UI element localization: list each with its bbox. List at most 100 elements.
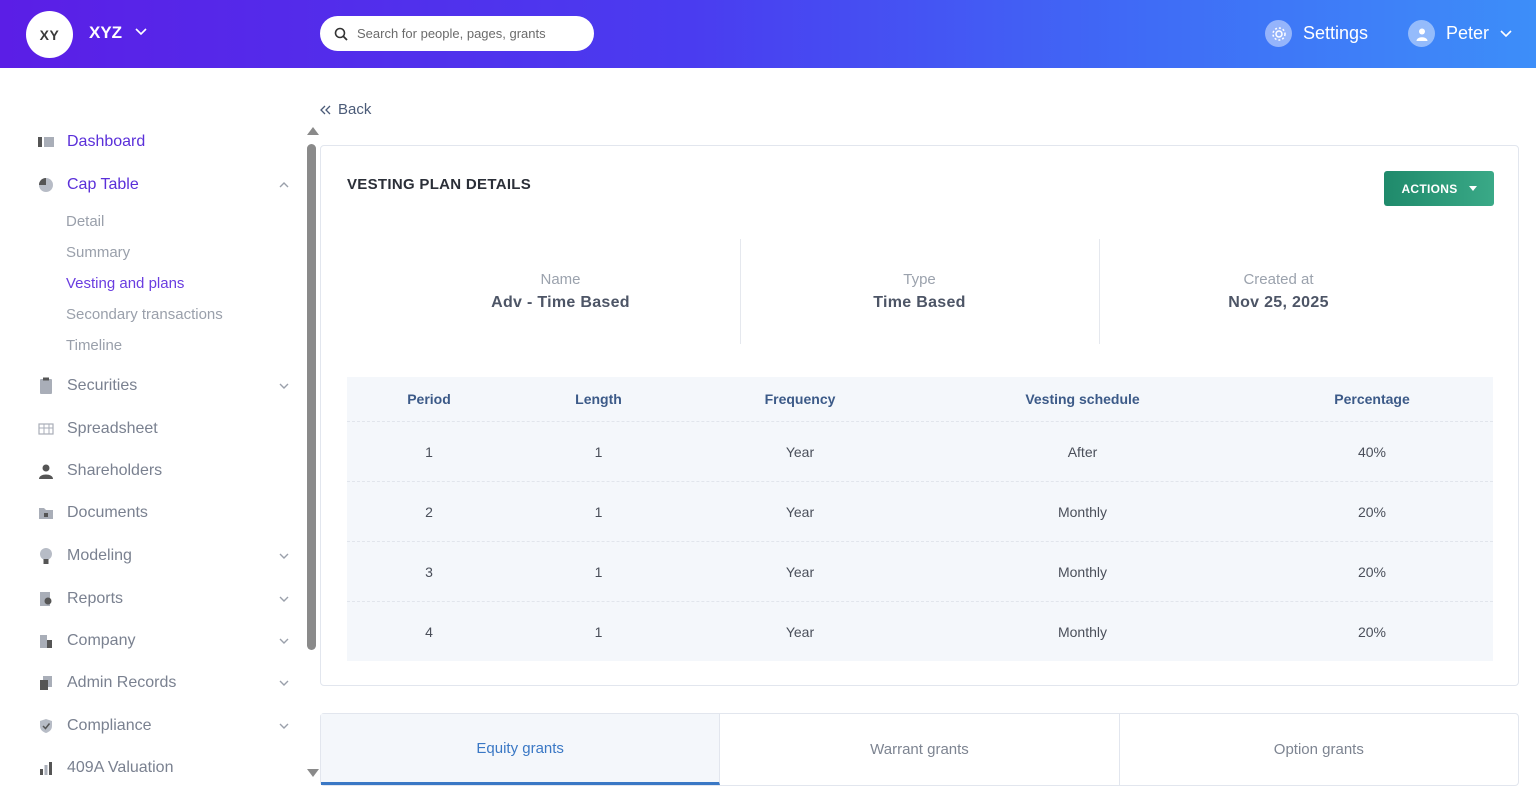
chevron-down-icon[interactable] <box>278 550 290 562</box>
table-cell: 1 <box>594 623 603 640</box>
table-cell: Year <box>785 623 815 640</box>
sidebar-item-label: Cap Table <box>67 176 139 193</box>
vesting-plan-card: VESTING PLAN DETAILS ACTIONS Name Adv - … <box>320 145 1519 686</box>
sidebar-subitem-vesting-and-plans[interactable]: Vesting and plans <box>66 275 184 292</box>
table-cell: 20% <box>1357 563 1387 580</box>
back-link[interactable]: Back <box>320 101 371 118</box>
chevron-down-icon[interactable] <box>278 677 290 689</box>
table-cell: Year <box>785 443 815 460</box>
sidebar-item-documents[interactable]: Documents <box>36 503 296 523</box>
sidebar-item-company[interactable]: Company <box>36 631 296 651</box>
sidebar-item-label: Modeling <box>67 547 132 564</box>
sidebar-subitem-summary[interactable]: Summary <box>66 244 130 261</box>
chevron-down-icon[interactable] <box>278 720 290 732</box>
scrollbar-thumb[interactable] <box>307 144 316 650</box>
table-cell: 20% <box>1357 503 1387 520</box>
settings-button[interactable]: Settings <box>1265 20 1368 47</box>
table-cell: 1 <box>594 503 603 520</box>
scroll-down-arrow-icon[interactable] <box>307 769 319 777</box>
info-created-at: Created at Nov 25, 2025 <box>1099 239 1458 344</box>
sidebar-item-shareholders[interactable]: Shareholders <box>36 461 296 481</box>
grid-icon <box>36 419 56 439</box>
table-cell: After <box>1067 443 1098 460</box>
sidebar-item-reports[interactable]: Reports <box>36 589 296 609</box>
sidebar-item-label: Reports <box>67 590 124 607</box>
table-cell: 2 <box>425 503 433 520</box>
search-input[interactable] <box>357 26 577 41</box>
table-cell: 40% <box>1357 443 1387 460</box>
sidebar-item-label: Company <box>67 632 136 649</box>
dashboard-icon <box>36 132 56 152</box>
sidebar-item-label: Admin Records <box>67 674 177 691</box>
info-value: Adv - Time Based <box>491 294 630 311</box>
sidebar-subitem-detail[interactable]: Detail <box>66 213 104 230</box>
top-nav-bar: XY XYZ Settings Peter <box>0 0 1536 68</box>
chevron-down-icon[interactable] <box>278 593 290 605</box>
chevron-down-icon[interactable] <box>278 380 290 392</box>
back-label: Back <box>338 101 372 118</box>
sidebar-item-label: Dashboard <box>67 133 146 150</box>
chevron-up-icon[interactable] <box>278 179 290 191</box>
column-header-percentage[interactable]: Percentage <box>1251 391 1493 407</box>
folder-icon <box>36 503 56 523</box>
table-cell: Monthly <box>1057 503 1108 520</box>
table-header-row: Period Length Frequency Vesting schedule… <box>347 377 1493 421</box>
sidebar-subitem-secondary-transactions[interactable]: Secondary transactions <box>66 306 223 323</box>
table-cell: Monthly <box>1057 623 1108 640</box>
info-key: Name <box>540 271 581 288</box>
actions-button[interactable]: ACTIONS <box>1384 171 1494 206</box>
actions-label: ACTIONS <box>1401 181 1458 196</box>
settings-label: Settings <box>1303 23 1369 43</box>
sidebar-item-modeling[interactable]: Modeling <box>36 546 296 566</box>
chevron-down-icon[interactable] <box>134 27 148 37</box>
column-header-vesting-schedule[interactable]: Vesting schedule <box>914 391 1251 407</box>
table-row: 3 1 Year Monthly 20% <box>347 541 1493 601</box>
tab-equity-grants[interactable]: Equity grants <box>321 714 721 785</box>
info-key: Type <box>903 271 936 288</box>
info-name: Name Adv - Time Based <box>381 239 740 344</box>
sidebar-subitem-timeline[interactable]: Timeline <box>66 337 122 354</box>
sidebar-item-securities[interactable]: Securities <box>36 376 296 396</box>
sidebar-item-label: Documents <box>67 504 148 521</box>
search-bar[interactable] <box>320 16 594 51</box>
sidebar-item-cap-table[interactable]: Cap Table <box>36 175 296 195</box>
search-icon <box>334 27 348 41</box>
info-type: Type Time Based <box>740 239 1099 344</box>
scroll-up-arrow-icon[interactable] <box>307 127 319 135</box>
sidebar-item-admin-records[interactable]: Admin Records <box>36 673 296 693</box>
sidebar-item-label: Securities <box>67 377 138 394</box>
records-icon <box>36 673 56 693</box>
user-name: Peter <box>1446 23 1490 43</box>
tab-warrant-grants[interactable]: Warrant grants <box>720 714 1120 785</box>
table-cell: 4 <box>425 623 433 640</box>
sidebar-item-compliance[interactable]: Compliance <box>36 716 296 736</box>
company-logo[interactable]: XY <box>26 11 73 58</box>
avatar <box>1408 20 1435 47</box>
column-header-length[interactable]: Length <box>511 391 686 407</box>
table-cell: Monthly <box>1057 563 1108 580</box>
caret-down-icon <box>1468 186 1477 191</box>
table-cell: Year <box>785 503 815 520</box>
tab-option-grants[interactable]: Option grants <box>1120 714 1518 785</box>
sidebar-item-label: Spreadsheet <box>67 420 158 437</box>
lightbulb-icon <box>36 546 56 566</box>
double-chevron-left-icon <box>320 105 331 114</box>
info-value: Nov 25, 2025 <box>1228 294 1329 311</box>
chevron-down-icon <box>1500 29 1512 37</box>
table-cell: 1 <box>425 443 433 460</box>
sidebar-item-dashboard[interactable]: Dashboard <box>36 132 296 152</box>
sidebar-item-409a-valuation[interactable]: 409A Valuation <box>36 758 296 778</box>
company-name[interactable]: XYZ <box>89 23 122 43</box>
sidebar-item-spreadsheet[interactable]: Spreadsheet <box>36 419 296 439</box>
card-title: VESTING PLAN DETAILS <box>347 176 532 193</box>
shield-icon <box>36 716 56 736</box>
user-menu[interactable]: Peter <box>1408 20 1513 47</box>
table-cell: 1 <box>594 563 603 580</box>
column-header-period[interactable]: Period <box>347 391 511 407</box>
person-icon <box>36 461 56 481</box>
table-row: 4 1 Year Monthly 20% <box>347 601 1493 661</box>
chevron-down-icon[interactable] <box>278 635 290 647</box>
table-row: 1 1 Year After 40% <box>347 421 1493 481</box>
table-cell: 20% <box>1357 623 1387 640</box>
column-header-frequency[interactable]: Frequency <box>686 391 914 407</box>
